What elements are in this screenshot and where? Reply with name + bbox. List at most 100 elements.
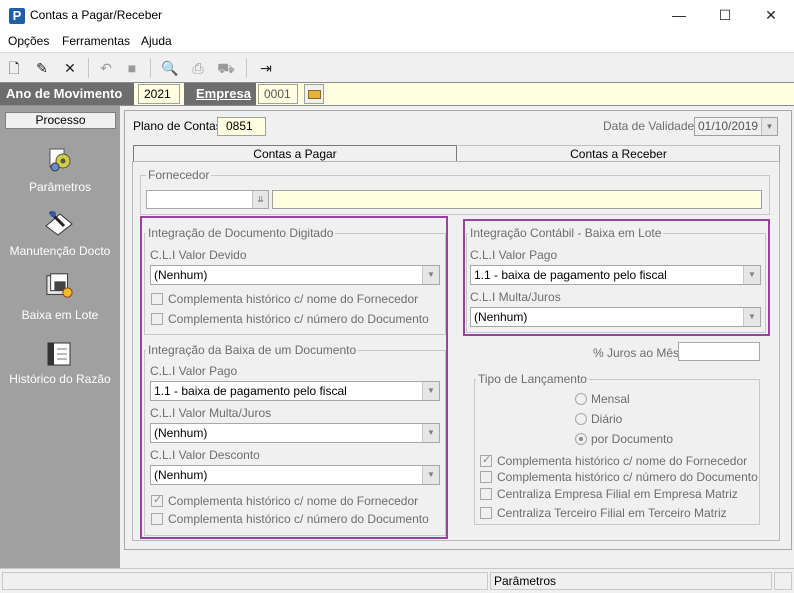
maximize-button[interactable]: ☐ xyxy=(702,0,748,32)
sidebar-item-historico[interactable]: Histórico do Razão xyxy=(0,338,120,394)
lote-cli-multa-value: (Nenhum) xyxy=(474,310,528,324)
lote-cli-multa-select[interactable]: (Nenhum) ▼ xyxy=(470,307,761,327)
lote-nome-fornecedor-checkbox[interactable] xyxy=(480,453,492,467)
data-validade-field[interactable]: 01/10/2019 ▼ xyxy=(694,117,778,136)
resize-grip[interactable] xyxy=(774,572,792,590)
sidebar-item-parametros[interactable]: Parâmetros xyxy=(0,142,120,200)
ledger-book-icon xyxy=(47,342,71,366)
chevron-down-icon[interactable]: ▼ xyxy=(422,466,439,484)
menu-bar: Opções Ferramentas Ajuda xyxy=(0,32,794,52)
empresa-field[interactable]: 0001 xyxy=(258,84,298,104)
tipo-lancamento-title: Tipo de Lançamento xyxy=(476,372,589,386)
menu-ajuda[interactable]: Ajuda xyxy=(141,34,172,48)
complementa-nome-fornecedor-checkbox[interactable] xyxy=(151,293,163,305)
menu-ferramentas[interactable]: Ferramentas xyxy=(62,34,130,48)
complementa-numero-documento-checkbox[interactable] xyxy=(151,313,163,325)
sidebar: Processo Parâmetros Manutenção Docto Bai… xyxy=(0,106,120,568)
empresa-lookup-button[interactable] xyxy=(304,84,324,104)
centraliza-terceiro-checkbox[interactable] xyxy=(480,507,492,519)
tab-contas-receber[interactable]: Contas a Receber xyxy=(458,145,780,162)
data-validade-value: 01/10/2019 xyxy=(698,119,759,133)
lookup-icon[interactable]: ⇊ xyxy=(252,191,268,208)
toolbar-separator xyxy=(88,58,89,78)
chevron-down-icon[interactable]: ▼ xyxy=(743,266,760,284)
tab-contas-pagar[interactable]: Contas a Pagar xyxy=(133,145,457,162)
cli-valor-devido-label: C.L.I Valor Devido xyxy=(150,248,247,262)
cli-valor-devido-value: (Nenhum) xyxy=(154,268,208,282)
lote-cli-valor-pago-label: C.L.I Valor Pago xyxy=(470,248,558,262)
sidebar-item-manutencao[interactable]: Manutenção Docto xyxy=(0,206,120,264)
sidebar-item-label: Histórico do Razão xyxy=(9,372,111,386)
chevron-down-icon[interactable]: ▼ xyxy=(761,118,777,135)
tab-label: Contas a Receber xyxy=(570,147,667,161)
stop-icon[interactable]: ■ xyxy=(122,58,142,78)
status-pane-2: Parâmetros xyxy=(490,572,772,590)
cli-desconto-select[interactable]: (Nenhum) ▼ xyxy=(150,465,440,485)
cli-multa-value: (Nenhum) xyxy=(154,426,208,440)
edit-document-icon[interactable]: ✎ xyxy=(32,58,52,78)
print-preview-icon[interactable]: 🔍 xyxy=(160,58,180,78)
status-bar: Parâmetros xyxy=(0,568,794,593)
radio-diario[interactable] xyxy=(575,413,587,425)
chevron-down-icon[interactable]: ▼ xyxy=(422,382,439,400)
complementa-numero-documento-label: Complementa histórico c/ número do Docum… xyxy=(168,312,429,326)
centraliza-empresa-checkbox[interactable] xyxy=(480,488,492,500)
undo-icon[interactable]: ↶ xyxy=(96,58,116,78)
baixa-numero-documento-checkbox[interactable] xyxy=(151,513,163,525)
batch-process-icon xyxy=(46,273,73,298)
cli-valor-pago-select[interactable]: 1.1 - baixa de pagamento pelo fiscal ▼ xyxy=(150,381,440,401)
juros-mes-label: % Juros ao Mês xyxy=(593,346,680,360)
radio-mensal-label: Mensal xyxy=(591,392,630,406)
lote-numero-documento-checkbox[interactable] xyxy=(480,471,492,483)
new-document-icon[interactable]: 🗋 xyxy=(4,58,24,78)
baixa-lote-title: Integração Contábil - Baixa em Lote xyxy=(468,226,664,240)
cli-desconto-label: C.L.I Valor Desconto xyxy=(150,448,260,462)
settings-gears-icon xyxy=(49,148,71,172)
chevron-down-icon[interactable]: ▼ xyxy=(422,424,439,442)
baixa-nome-fornecedor-label: Complementa histórico c/ nome do Fornece… xyxy=(168,494,419,508)
sidebar-header: Processo xyxy=(5,112,116,129)
ano-label: Ano de Movimento xyxy=(0,83,134,105)
truck-icon[interactable]: ⛟ xyxy=(216,58,236,78)
sidebar-item-baixa-lote[interactable]: Baixa em Lote xyxy=(0,272,120,328)
minimize-button[interactable]: — xyxy=(656,0,702,32)
toolbar-separator xyxy=(150,58,151,78)
fornecedor-title: Fornecedor xyxy=(146,168,212,182)
lote-nome-fornecedor-label: Complementa histórico c/ nome do Fornece… xyxy=(497,454,748,468)
chevron-down-icon[interactable]: ▼ xyxy=(743,308,760,326)
radio-por-documento[interactable] xyxy=(575,433,587,445)
lote-cli-valor-pago-value: 1.1 - baixa de pagamento pelo fiscal xyxy=(474,268,667,282)
centraliza-terceiro-label: Centraliza Terceiro Filial em Terceiro M… xyxy=(497,506,727,520)
ano-field[interactable]: 2021 xyxy=(138,84,180,104)
window-title: Contas a Pagar/Receber xyxy=(30,8,163,22)
plano-contas-label: Plano de Contas xyxy=(133,119,222,133)
chevron-down-icon[interactable]: ▼ xyxy=(422,266,439,284)
app-icon: P xyxy=(9,8,25,24)
radio-mensal[interactable] xyxy=(575,393,587,405)
lote-numero-documento-label: Complementa histórico c/ número do Docum… xyxy=(497,470,758,484)
cli-multa-label: C.L.I Valor Multa/Juros xyxy=(150,406,272,420)
title-bar: P Contas a Pagar/Receber — ☐ ✕ xyxy=(0,0,794,32)
documento-digitado-title: Integração de Documento Digitado xyxy=(146,226,336,240)
baixa-documento-title: Integração da Baixa de um Documento xyxy=(146,343,359,357)
delete-icon[interactable]: ✕ xyxy=(60,58,80,78)
exit-icon[interactable]: ⇥ xyxy=(256,58,276,78)
close-button[interactable]: ✕ xyxy=(748,0,794,32)
cli-valor-pago-label: C.L.I Valor Pago xyxy=(150,364,238,378)
fornecedor-code-field[interactable]: ⇊ xyxy=(146,190,269,209)
plano-contas-field[interactable]: 0851 xyxy=(217,117,266,136)
menu-opcoes[interactable]: Opções xyxy=(8,34,49,48)
radio-diario-label: Diário xyxy=(591,412,623,426)
toolbar-separator xyxy=(246,58,247,78)
lote-cli-valor-pago-select[interactable]: 1.1 - baixa de pagamento pelo fiscal ▼ xyxy=(470,265,761,285)
folder-open-icon xyxy=(308,90,321,99)
fornecedor-name-field[interactable] xyxy=(272,190,762,209)
cli-multa-select[interactable]: (Nenhum) ▼ xyxy=(150,423,440,443)
print-icon[interactable]: ⎙ xyxy=(188,58,208,78)
baixa-nome-fornecedor-checkbox[interactable] xyxy=(151,493,163,507)
sidebar-item-label: Parâmetros xyxy=(28,180,92,194)
status-pane-1 xyxy=(2,572,488,590)
data-validade-label: Data de Validade xyxy=(603,119,695,133)
cli-valor-devido-select[interactable]: (Nenhum) ▼ xyxy=(150,265,440,285)
juros-mes-field[interactable] xyxy=(678,342,760,361)
